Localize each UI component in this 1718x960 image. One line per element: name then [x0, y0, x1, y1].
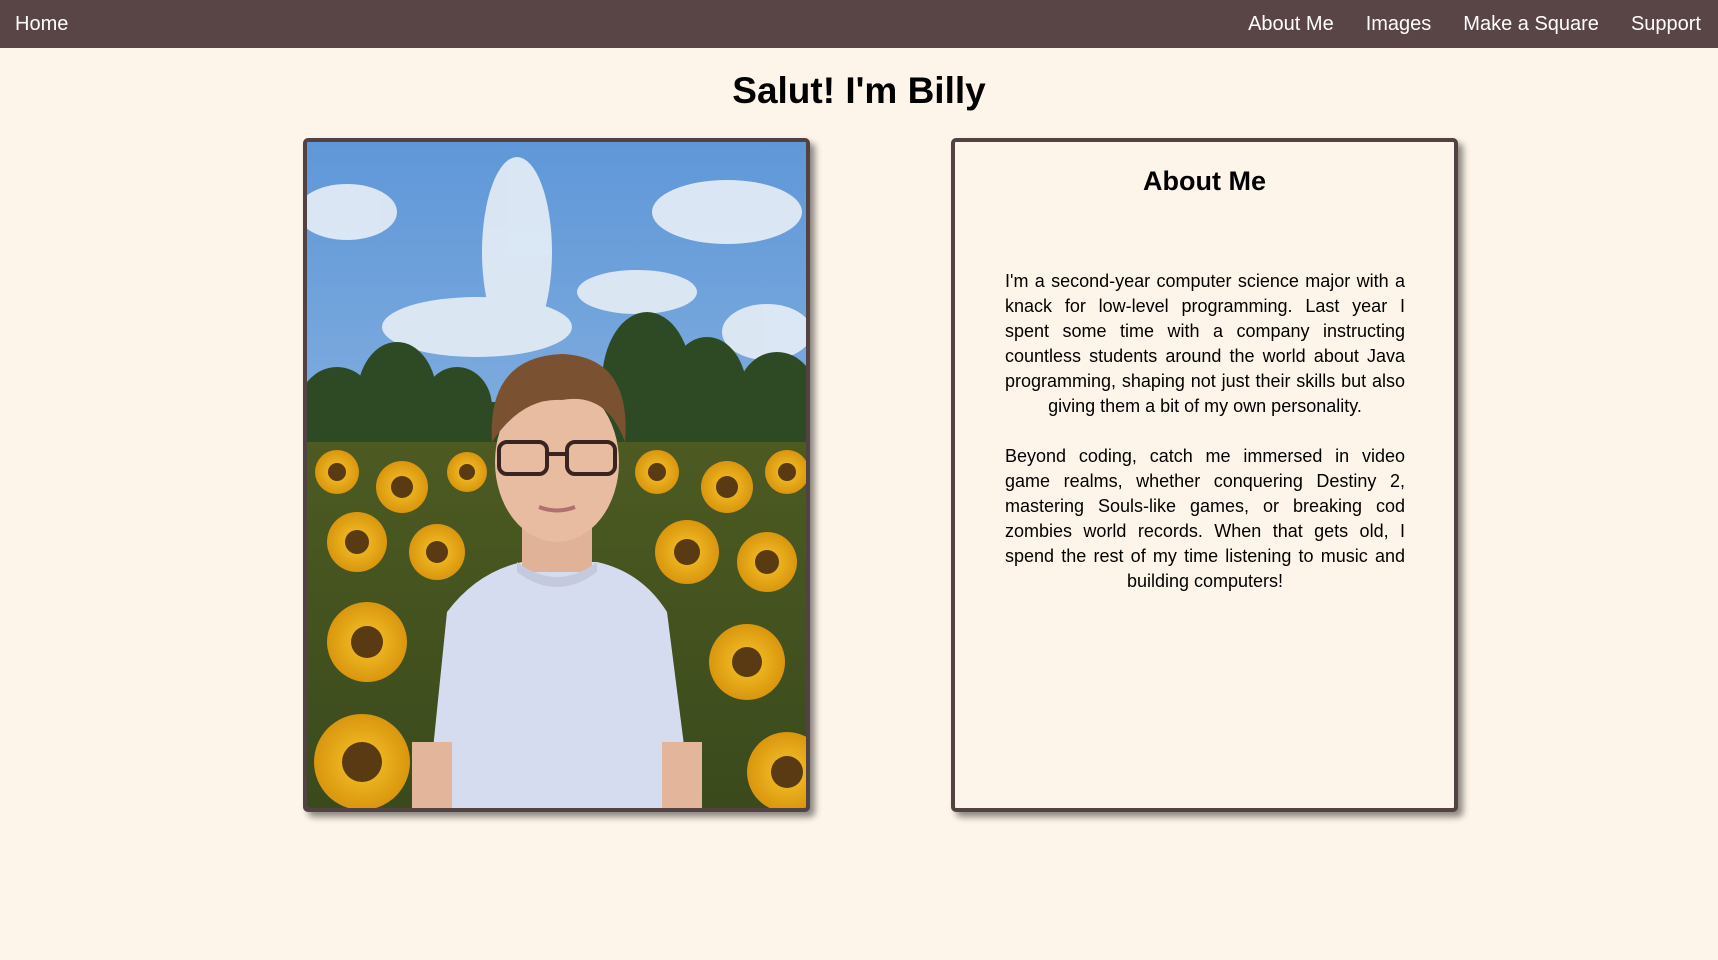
- about-paragraph: Beyond coding, catch me immersed in vide…: [1005, 446, 1405, 591]
- nav-support-link[interactable]: Support: [1631, 13, 1701, 36]
- about-me-heading: About Me: [1143, 166, 1266, 196]
- nav-links: About Me Images Make a Square Support: [1216, 13, 1701, 36]
- nav-home-link[interactable]: Home: [15, 13, 68, 36]
- about-me-text: I'm a second-year computer science major…: [1005, 269, 1405, 619]
- profile-photo: [303, 138, 810, 812]
- portrait-photo-illustration: [307, 142, 806, 808]
- nav-about-me-link[interactable]: About Me: [1248, 13, 1334, 36]
- about-me-card: About Me I'm a second-year computer scie…: [951, 138, 1458, 812]
- about-paragraph: I'm a second-year computer science major…: [1005, 271, 1405, 416]
- nav-images-link[interactable]: Images: [1366, 13, 1432, 36]
- page-title: Salut! I'm Billy: [732, 70, 986, 111]
- nav-make-a-square-link[interactable]: Make a Square: [1463, 13, 1599, 36]
- top-navbar: Home About Me Images Make a Square Suppo…: [0, 0, 1718, 48]
